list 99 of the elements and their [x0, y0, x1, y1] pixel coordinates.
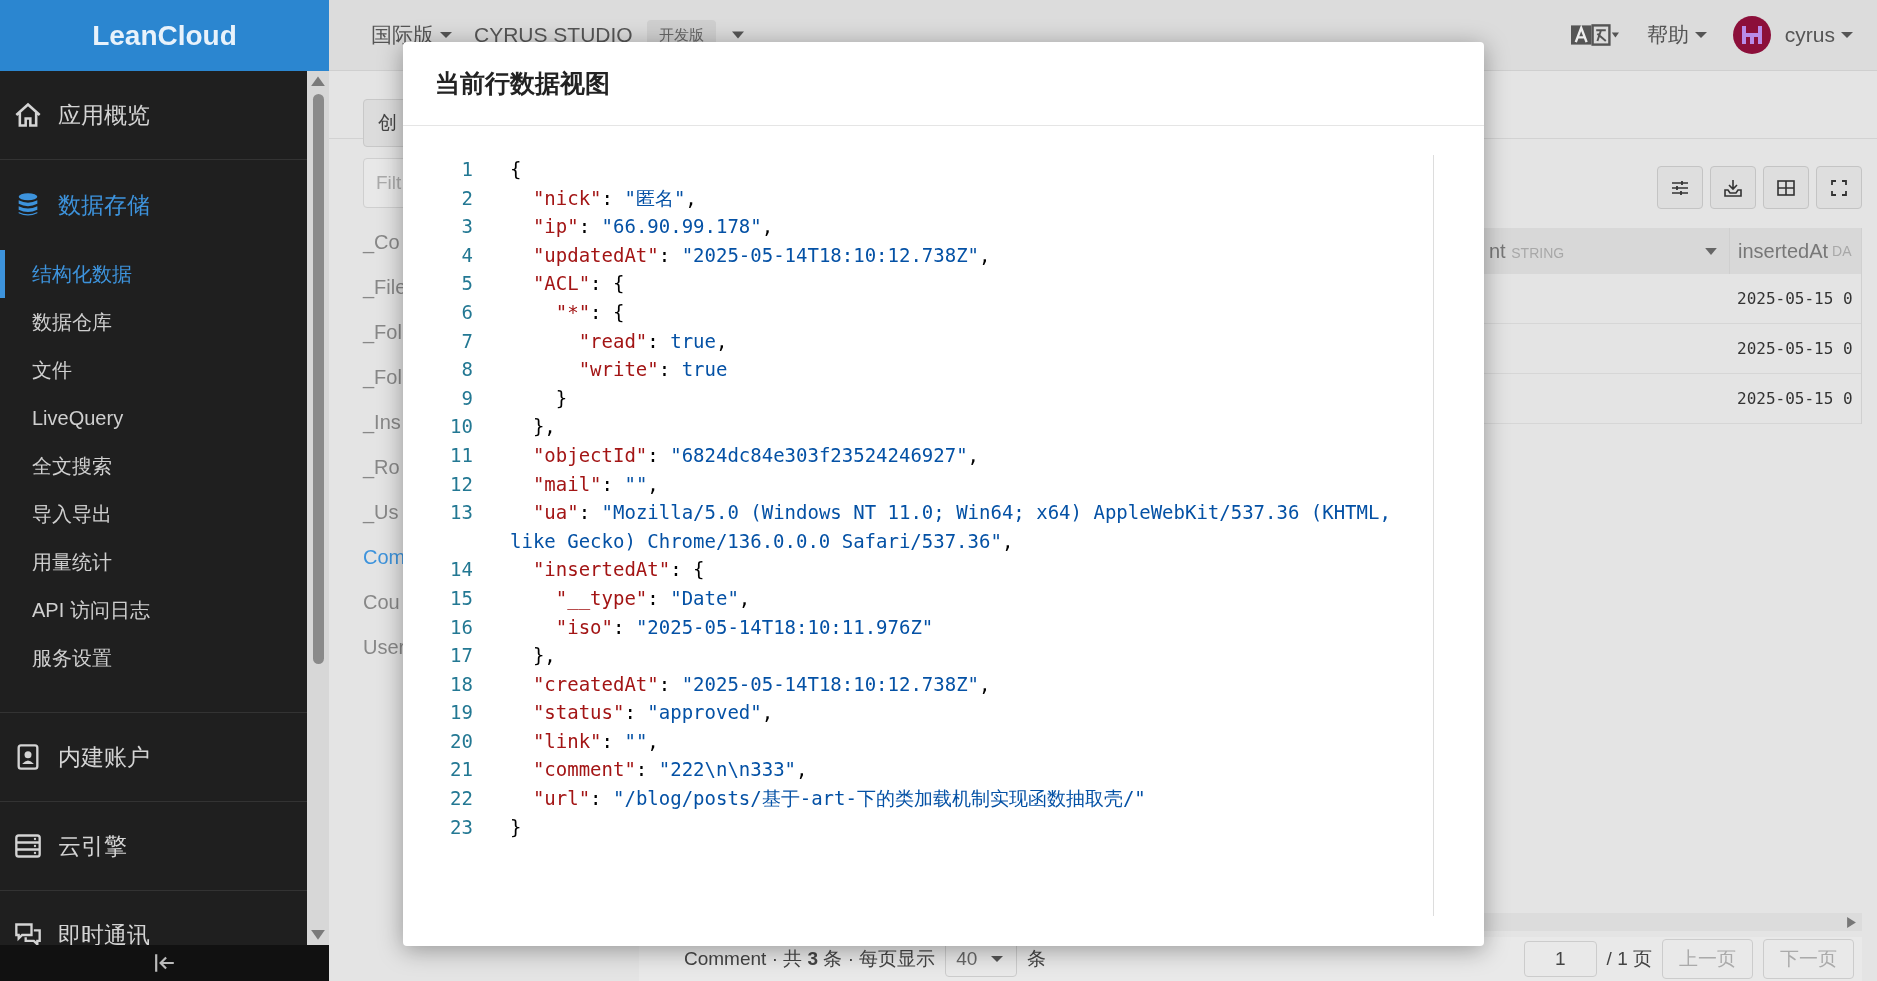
logo[interactable]: LeanCloud — [92, 19, 237, 52]
chat-icon — [14, 921, 42, 945]
class-item[interactable]: _Fol — [363, 310, 402, 355]
unit-label: 条 — [1027, 947, 1047, 971]
table-cell-text: 2025-05-15 0 — [1736, 389, 1854, 408]
code-line: "insertedAt": { — [531, 557, 706, 583]
line-number: 12 — [449, 471, 473, 497]
nav-item[interactable]: 全文搜索 — [0, 442, 307, 490]
line-number: 1 — [460, 157, 473, 182]
class-item[interactable]: _Ins — [363, 400, 401, 445]
fullscreen-button[interactable] — [1816, 166, 1862, 209]
export-button[interactable] — [1710, 166, 1756, 209]
caret-icon[interactable] — [1705, 247, 1717, 255]
nav-item[interactable]: 导入导出 — [0, 490, 307, 538]
modal-title: 当前行数据视图 — [435, 68, 610, 99]
code-line: "ACL": { — [531, 271, 626, 297]
nav-section[interactable]: 数据存储 — [0, 160, 307, 250]
line-number: 4 — [460, 242, 473, 268]
nav-section[interactable]: 内建账户 — [0, 713, 307, 801]
fullscreen-icon — [1829, 177, 1849, 198]
code-line: "*": { — [554, 299, 626, 325]
code-line: "updatedAt": "2025-05-14T18:10:12.738Z", — [531, 242, 992, 268]
line-number: 5 — [460, 271, 473, 297]
nav-item[interactable]: API 访问日志 — [0, 586, 307, 634]
code-line: }, — [531, 643, 557, 669]
code-line: "nick": "匿名", — [531, 185, 698, 211]
code-line: }, — [531, 414, 557, 440]
line-number: 19 — [449, 700, 473, 726]
line-number: 18 — [449, 671, 473, 697]
line-number: 9 — [460, 385, 473, 411]
class-item[interactable]: _Ro — [363, 445, 400, 490]
user-menu[interactable]: cyrus — [1784, 23, 1853, 47]
help-menu[interactable]: 帮助 — [1646, 21, 1707, 49]
code-line: "objectId": "6824dc84e303f23524246927", — [531, 442, 981, 468]
nav-section[interactable]: 即时通讯 — [0, 891, 307, 945]
code-line: "ua": "Mozilla/5.0 (Windows NT 11.0; Win64; x64) AppleWebKit/537.36 (KHTML, like Gecko) Chrome/136.0.0.0 Safari/537.36", — [510, 500, 1392, 554]
line-number: 23 — [449, 814, 473, 840]
line-number: 20 — [449, 728, 473, 754]
table-cell-text: 2025-05-15 0 — [1736, 289, 1854, 308]
line-number: 14 — [449, 557, 473, 583]
code-line: "__type": "Date", — [554, 585, 752, 612]
code-line: "write": true — [577, 357, 729, 383]
code-line: "comment": "222\n\n333", — [531, 757, 809, 783]
avatar-icon[interactable] — [1732, 16, 1771, 54]
nav-item[interactable]: 服务设置 — [0, 634, 307, 682]
collapse-icon[interactable] — [153, 953, 176, 973]
scroll-right-icon[interactable] — [1847, 916, 1856, 928]
home-icon — [14, 101, 42, 129]
class-item[interactable]: User — [363, 625, 406, 670]
line-number: 10 — [449, 414, 473, 440]
line-number: 2 — [460, 185, 473, 211]
caret-icon[interactable] — [731, 31, 744, 39]
class-item[interactable]: _Co — [363, 220, 400, 265]
grid-icon — [1776, 177, 1796, 198]
code-line: } — [510, 814, 523, 840]
page-field[interactable]: 1 — [1524, 941, 1597, 977]
nav-item[interactable]: LiveQuery — [0, 394, 307, 442]
download-icon — [1723, 177, 1743, 198]
code-line: "url": "/blog/posts/基于-art-下的类加载机制实现函数抽取壳/" — [531, 786, 1147, 812]
pagination-summary: Comment · 共 3 条 · 每页显示 — [684, 947, 936, 971]
nav-section[interactable]: 云引擎 — [0, 802, 307, 890]
code-line: "mail": "", — [531, 471, 660, 497]
line-number: 7 — [460, 328, 473, 354]
line-number: 13 — [449, 500, 473, 526]
code-line: "iso": "2025-05-14T18:10:11.976Z" — [554, 614, 935, 640]
scroll-down-icon[interactable] — [311, 930, 325, 941]
line-number: 15 — [449, 585, 473, 611]
code-line: "createdAt": "2025-05-14T18:10:12.738Z", — [531, 671, 992, 697]
line-number: 22 — [449, 786, 473, 812]
class-item[interactable]: Cou — [363, 580, 400, 625]
class-item[interactable]: _Fol — [363, 355, 402, 400]
scroll-up-icon[interactable] — [311, 75, 325, 86]
scrollbar[interactable] — [307, 71, 329, 945]
scrollbar[interactable] — [1484, 913, 1862, 931]
code-line: "link": "", — [531, 728, 660, 754]
server-icon — [14, 832, 42, 860]
nav-item[interactable]: 用量统计 — [0, 538, 307, 586]
line-number: 17 — [449, 643, 473, 669]
code-line: } — [554, 385, 569, 411]
code-line: "ip": "66.90.99.178", — [531, 214, 775, 240]
line-number: 3 — [460, 214, 473, 240]
nav-section[interactable]: 应用概览 — [0, 71, 307, 159]
line-number: 8 — [460, 357, 473, 383]
line-number: 21 — [449, 757, 473, 783]
nav-item[interactable]: 数据仓库 — [0, 298, 307, 346]
class-item[interactable]: _Us — [363, 490, 399, 535]
settings-button[interactable] — [1657, 166, 1703, 209]
page-total: / 1 页 — [1606, 947, 1652, 971]
columns-button[interactable] — [1763, 166, 1809, 209]
line-number: 16 — [449, 614, 473, 640]
line-number: 11 — [449, 442, 473, 468]
line-number: 6 — [460, 299, 473, 325]
translate-icon[interactable] — [1570, 24, 1619, 46]
table-cell-text: 2025-05-15 0 — [1736, 339, 1854, 358]
nav-item[interactable]: 文件 — [0, 346, 307, 394]
code-line: "status": "approved", — [531, 700, 775, 726]
nav-item[interactable]: 结构化数据 — [0, 250, 307, 298]
code-line: { — [510, 157, 523, 182]
code-line: "read": true, — [577, 328, 729, 354]
